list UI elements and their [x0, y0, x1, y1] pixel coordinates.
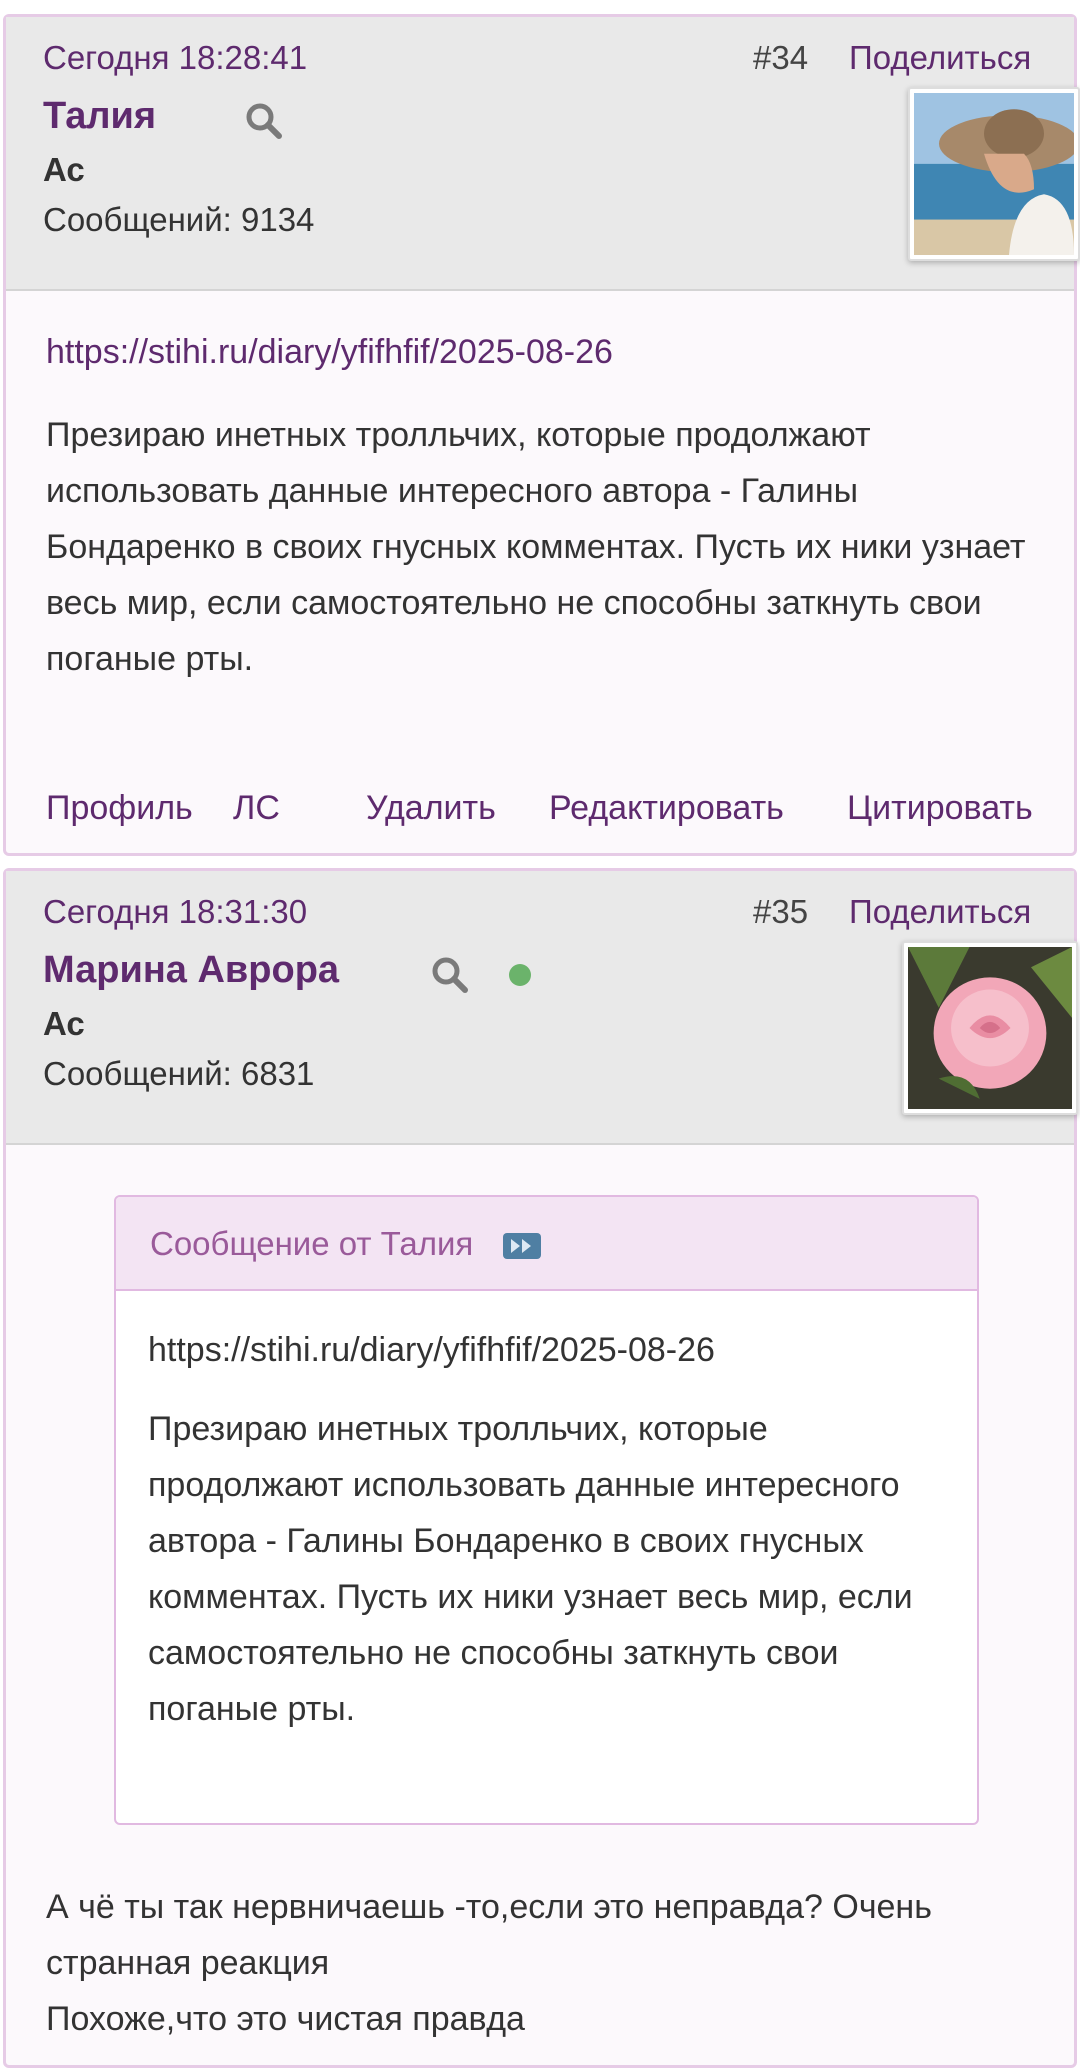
post-text: Презираю инетных тролльчих, которые прод… — [46, 416, 1026, 678]
post-header: Сегодня 18:31:30 #35 Поделиться Марина А… — [6, 871, 1078, 1145]
quote-header: Сообщение от Талия — [116, 1197, 977, 1291]
user-rank: Ас — [43, 151, 85, 188]
search-icon[interactable] — [244, 101, 284, 146]
search-icon[interactable] — [430, 955, 470, 1000]
profile-link[interactable]: Профиль — [46, 789, 193, 828]
avatar[interactable] — [902, 941, 1078, 1115]
post-number-link[interactable]: #35 — [753, 893, 808, 931]
quote-block: Сообщение от Талия https://stihi.ru/diar… — [114, 1195, 979, 1825]
pm-link[interactable]: ЛС — [233, 789, 280, 828]
edit-link[interactable]: Редактировать — [549, 789, 784, 828]
message-count: Сообщений: 9134 — [43, 201, 315, 238]
message-count: Сообщений: 6831 — [43, 1055, 315, 1092]
jump-to-post-icon[interactable] — [503, 1233, 541, 1259]
post-link[interactable]: https://stihi.ru/diary/yfifhfif/2025-08-… — [46, 333, 613, 372]
quote-link[interactable]: Цитировать — [847, 789, 1033, 828]
share-link[interactable]: Поделиться — [849, 893, 1031, 931]
post-number-link[interactable]: #34 — [753, 39, 808, 77]
post-35: Сегодня 18:31:30 #35 Поделиться Марина А… — [3, 868, 1078, 2068]
online-status-icon — [509, 964, 531, 986]
reply-line: А чё ты так нервничаешь -то,если это неп… — [46, 1888, 932, 1926]
post-date: Сегодня 18:31:30 — [43, 893, 308, 930]
delete-link[interactable]: Удалить — [366, 789, 496, 828]
share-link[interactable]: Поделиться — [849, 39, 1031, 77]
reply-line: странная реакция — [46, 1944, 330, 1982]
user-rank: Ас — [43, 1005, 85, 1042]
quote-link-text: https://stihi.ru/diary/yfifhfif/2025-08-… — [148, 1331, 715, 1369]
author-name[interactable]: Талия — [43, 95, 156, 138]
avatar[interactable] — [908, 87, 1080, 261]
quote-text: Презираю инетных тролльчих, которые прод… — [148, 1410, 913, 1728]
reply-text: А чё ты так нервничаешь -то,если это неп… — [46, 1879, 1066, 2047]
reply-line: Похоже,что это чистая правда — [46, 2000, 525, 2038]
quote-title: Сообщение от Талия — [150, 1225, 474, 1262]
post-34: Сегодня 18:28:41 #34 Поделиться Талия Ас… — [3, 14, 1080, 856]
post-header: Сегодня 18:28:41 #34 Поделиться Талия Ас… — [6, 17, 1080, 291]
author-name[interactable]: Марина Аврора — [43, 949, 339, 992]
post-date: Сегодня 18:28:41 — [43, 39, 308, 76]
